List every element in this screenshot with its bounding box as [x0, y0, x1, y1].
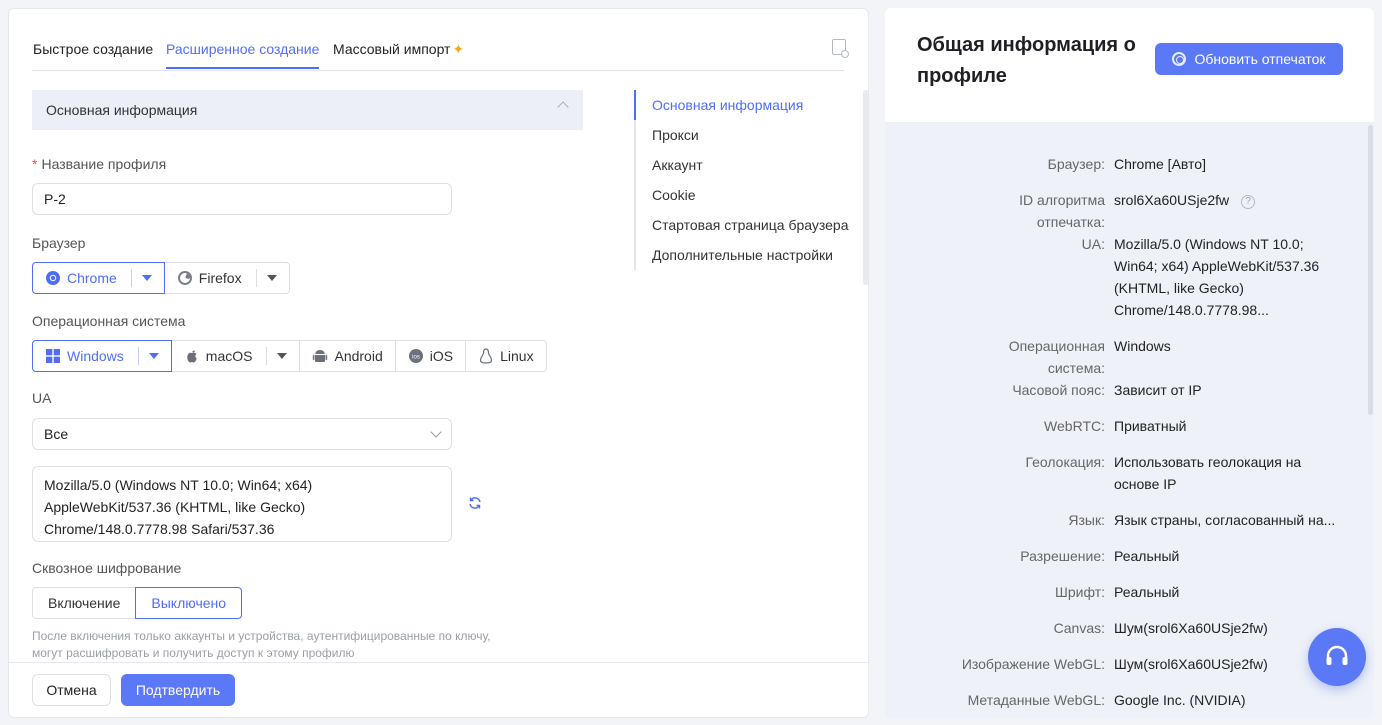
- tab-bulk-import-label: Массовый импорт: [333, 41, 451, 57]
- create-profile-panel: Быстрое создание Расширенное создание Ма…: [8, 8, 869, 718]
- encryption-off-button[interactable]: Выключено: [135, 587, 243, 619]
- ua-textarea[interactable]: Mozilla/5.0 (Windows NT 10.0; Win64; x64…: [32, 466, 452, 542]
- profile-name-input[interactable]: P-2: [32, 183, 452, 215]
- chevron-down-icon: [141, 275, 152, 281]
- anchor-start-page[interactable]: Стартовая страница браузера: [652, 217, 849, 233]
- profile-name-label: * Название профиля: [32, 156, 167, 172]
- ios-icon: ios: [408, 348, 424, 364]
- refresh-fingerprint-button[interactable]: Обновить отпечаток: [1155, 43, 1343, 75]
- creation-tabs: Быстрое создание Расширенное создание Ма…: [32, 37, 844, 71]
- fingerprint-icon: [1172, 52, 1187, 66]
- scrollbar[interactable]: [863, 90, 868, 285]
- anchor-active-indicator: [634, 90, 636, 120]
- encryption-label: Сквозное шифрование: [32, 560, 182, 576]
- anchor-nav: Основная информация Прокси Аккаунт Cooki…: [634, 90, 849, 270]
- chevron-down-icon: [148, 353, 159, 359]
- os-selector: Windows macOS Android ios iOS Linux: [32, 340, 547, 372]
- windows-icon: [45, 348, 61, 364]
- doc-search-icon[interactable]: [832, 39, 849, 58]
- summary-scrollbar[interactable]: [1368, 125, 1373, 415]
- anchor-account[interactable]: Аккаунт: [652, 157, 703, 173]
- headset-icon: [1326, 645, 1348, 665]
- help-icon[interactable]: ?: [1241, 195, 1256, 209]
- browser-option-firefox[interactable]: Firefox: [163, 262, 290, 294]
- summary-header: Общая информация о профиле Обновить отпе…: [885, 8, 1374, 123]
- anchor-cookie[interactable]: Cookie: [652, 187, 696, 203]
- support-button[interactable]: [1308, 628, 1366, 686]
- tab-bulk-import[interactable]: Массовый импорт ✦: [333, 41, 464, 68]
- summary-title: Общая информация о профиле: [917, 34, 1136, 87]
- anchor-basic-info[interactable]: Основная информация: [652, 97, 803, 113]
- os-option-linux[interactable]: Linux: [465, 340, 547, 372]
- profile-summary-panel: Общая информация о профиле Обновить отпе…: [885, 8, 1374, 718]
- os-option-windows[interactable]: Windows: [32, 340, 172, 372]
- chevron-up-icon: [557, 101, 569, 113]
- chrome-icon: [45, 270, 61, 286]
- os-option-macos[interactable]: macOS: [170, 340, 301, 372]
- ua-select[interactable]: Все: [32, 418, 452, 450]
- chevron-down-icon: [266, 275, 277, 281]
- svg-text:ios: ios: [412, 354, 420, 360]
- linux-icon: [478, 348, 494, 364]
- browser-selector: Chrome Firefox: [32, 262, 290, 294]
- cancel-button[interactable]: Отмена: [32, 674, 111, 706]
- os-option-ios[interactable]: ios iOS: [394, 340, 467, 372]
- android-icon: [312, 348, 328, 364]
- os-label: Операционная система: [32, 313, 186, 329]
- confirm-button[interactable]: Подтвердить: [121, 674, 235, 706]
- anchor-advanced[interactable]: Дополнительные настройки: [652, 247, 833, 263]
- ua-label: UA: [32, 390, 52, 406]
- os-option-android[interactable]: Android: [299, 340, 396, 372]
- encryption-on-button[interactable]: Включение: [32, 587, 137, 619]
- tab-quick-create[interactable]: Быстрое создание: [33, 41, 153, 67]
- browser-option-chrome[interactable]: Chrome: [32, 262, 165, 294]
- form-footer: Отмена Подтвердить: [9, 662, 868, 717]
- chevron-down-icon: [277, 353, 288, 359]
- refresh-icon[interactable]: [468, 496, 482, 510]
- apple-icon: [184, 348, 200, 364]
- chevron-down-icon: [430, 426, 442, 438]
- section-title: Основная информация: [46, 102, 198, 118]
- encryption-toggle: Включение Выключено: [32, 587, 243, 619]
- encryption-hint: После включения только аккаунты и устрой…: [32, 629, 491, 660]
- anchor-proxy[interactable]: Прокси: [652, 127, 699, 143]
- browser-label: Браузер: [32, 235, 86, 251]
- sparkle-icon: ✦: [452, 41, 465, 57]
- firefox-icon: [177, 270, 193, 286]
- tab-advanced-create[interactable]: Расширенное создание: [166, 41, 320, 69]
- section-basic-info[interactable]: Основная информация: [32, 90, 583, 130]
